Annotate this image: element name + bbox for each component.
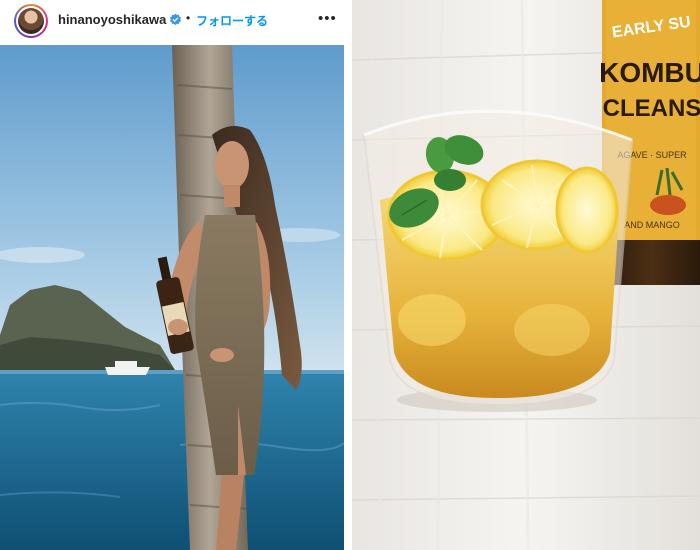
follow-button[interactable]: フォローする bbox=[196, 12, 268, 29]
post-header: hinanoyoshikawa • フォローする ••• bbox=[0, 0, 344, 40]
bottle-sub-text: CLEANS bbox=[603, 95, 700, 122]
more-options-icon[interactable]: ••• bbox=[318, 10, 337, 27]
post-photo bbox=[0, 45, 344, 550]
avatar[interactable] bbox=[14, 4, 48, 38]
bottle-main-text: KOMBU bbox=[599, 57, 700, 88]
username-link[interactable]: hinanoyoshikawa bbox=[58, 12, 166, 27]
separator-dot: • bbox=[186, 11, 191, 25]
instagram-post: hinanoyoshikawa • フォローする ••• bbox=[0, 0, 344, 550]
verified-badge-icon bbox=[169, 13, 182, 26]
bottle-bottom-text: AND MANGO bbox=[624, 220, 680, 230]
drink-photo: EARLY SU KOMBU CLEANS AGAVE · SUPER AND … bbox=[352, 0, 700, 550]
